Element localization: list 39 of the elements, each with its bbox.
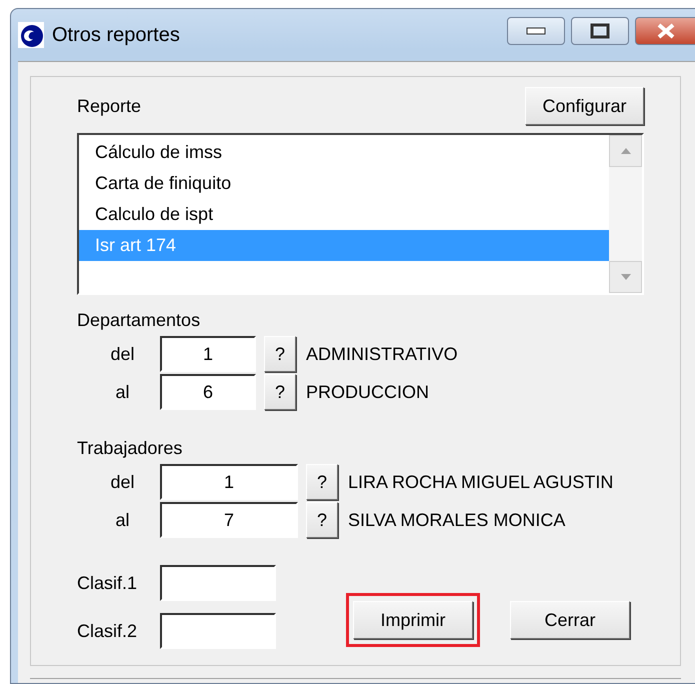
list-item[interactable]: Cálculo de imss: [79, 137, 609, 168]
down-arrow-icon: [620, 273, 632, 281]
name-label: ADMINISTRATIVO: [306, 344, 458, 364]
input-field[interactable]: 7: [160, 502, 298, 538]
field-label: Clasif.2: [77, 620, 138, 642]
input-field[interactable]: 1: [160, 336, 256, 372]
scrollbar[interactable]: [609, 135, 642, 293]
range-label: al: [114, 382, 130, 402]
minimize-button[interactable]: [507, 17, 565, 45]
input-field[interactable]: [160, 565, 276, 601]
section-label: Departamentos: [77, 309, 202, 332]
range-label: al: [114, 510, 130, 530]
maximize-icon: [590, 23, 610, 39]
configure-button[interactable]: Configurar: [525, 87, 644, 125]
app-icon: [18, 22, 44, 48]
list-item[interactable]: Calculo de ispt: [79, 199, 609, 230]
input-field[interactable]: 1: [160, 464, 298, 500]
list-item[interactable]: Carta de finiquito: [79, 168, 609, 199]
lookup-button[interactable]: ?: [264, 336, 296, 372]
maximize-button[interactable]: [571, 17, 629, 45]
range-label: del: [109, 472, 136, 492]
name-label: LIRA ROCHA MIGUEL AGUSTIN: [348, 472, 614, 492]
lookup-button[interactable]: ?: [264, 374, 296, 410]
action-button[interactable]: Cerrar: [510, 601, 630, 639]
close-button[interactable]: [635, 17, 695, 45]
window-title: Otros reportes: [52, 24, 181, 46]
section-label: Trabajadores: [77, 437, 184, 460]
range-label: del: [109, 344, 136, 364]
up-arrow-icon: [620, 147, 632, 155]
lookup-button[interactable]: ?: [306, 502, 338, 538]
lookup-button[interactable]: ?: [306, 464, 338, 500]
field-label: Clasif.1: [77, 572, 138, 594]
name-label: PRODUCCION: [306, 382, 430, 402]
action-button[interactable]: Imprimir: [353, 601, 473, 639]
report-label: Reporte: [77, 96, 142, 116]
input-field[interactable]: 6: [160, 374, 256, 410]
name-label: SILVA MORALES MONICA: [348, 510, 566, 530]
minimize-icon: [526, 27, 546, 35]
input-field[interactable]: [160, 613, 276, 649]
